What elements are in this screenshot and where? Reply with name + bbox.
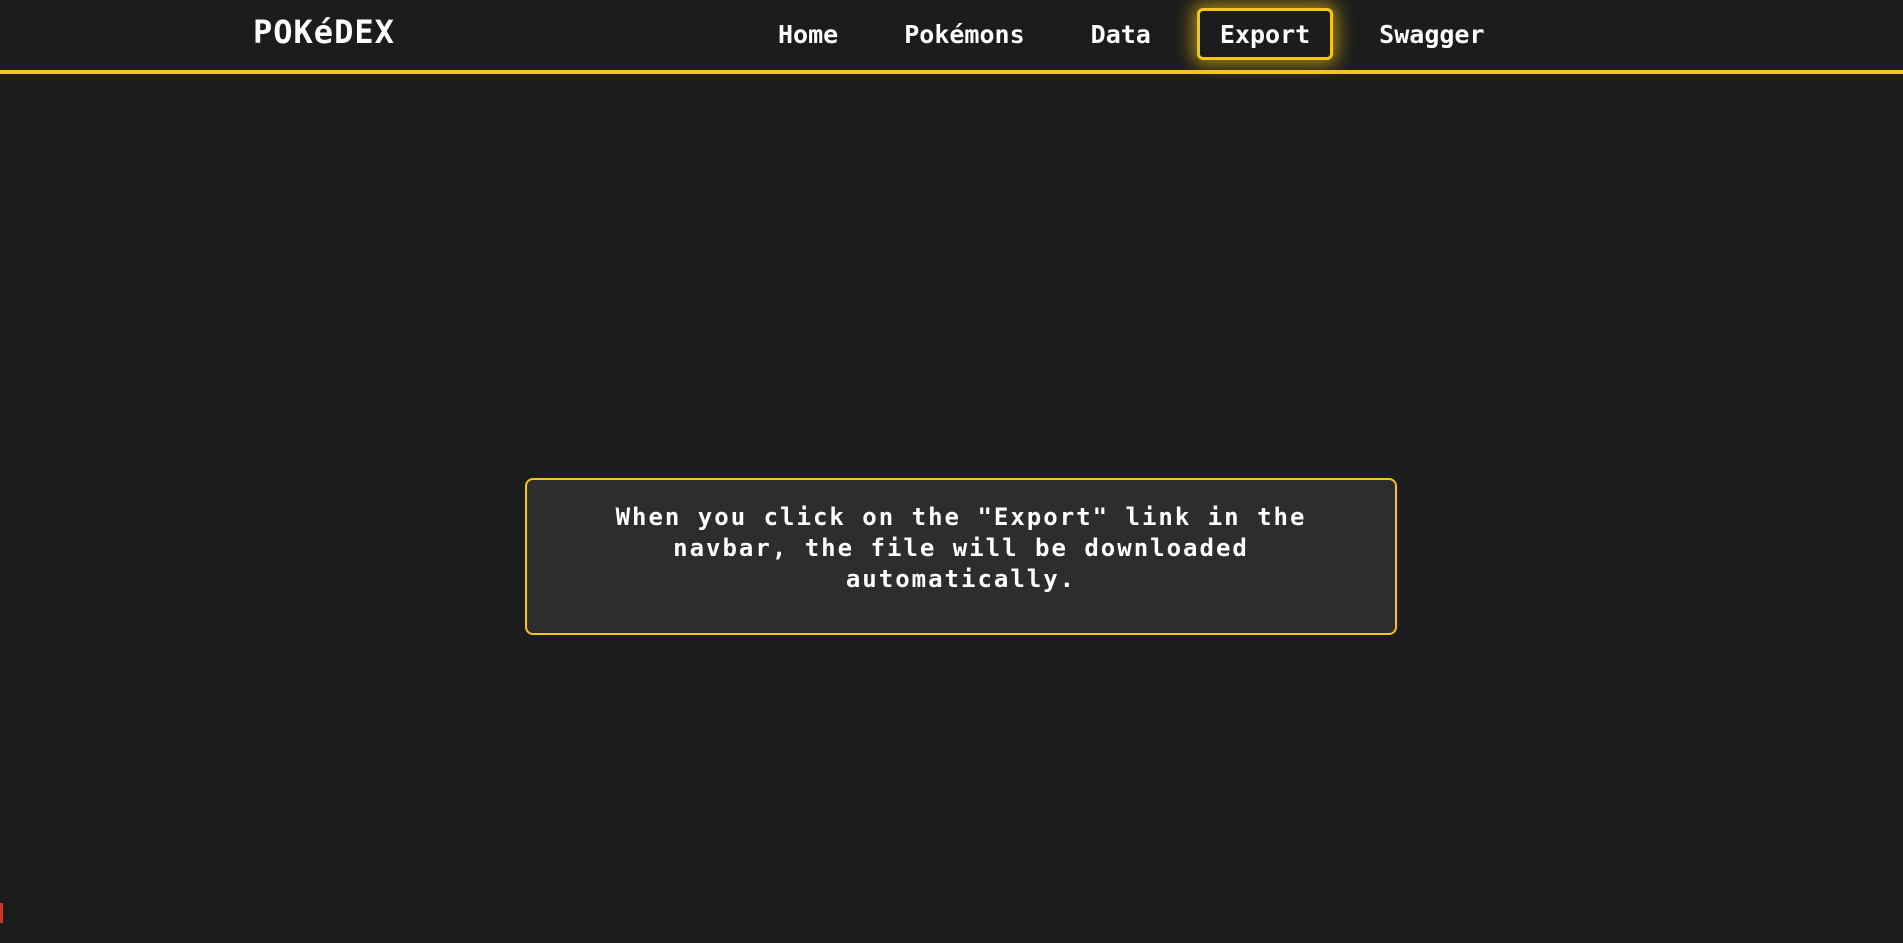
pokedex-logo[interactable]: POKéDEX bbox=[253, 13, 395, 51]
edge-marker bbox=[0, 903, 3, 923]
nav-link-swagger[interactable]: Swagger bbox=[1359, 8, 1504, 60]
nav-link-export[interactable]: Export bbox=[1196, 8, 1334, 60]
nav-link-data[interactable]: Data bbox=[1071, 8, 1171, 60]
navbar: POKéDEX Home Pokémons Data Export Swagge… bbox=[0, 0, 1903, 74]
export-info-box: When you click on the "Export" link in t… bbox=[525, 478, 1397, 635]
nav-links: Home Pokémons Data Export Swagger bbox=[758, 8, 1505, 60]
nav-link-home[interactable]: Home bbox=[758, 8, 858, 60]
nav-link-pokemons[interactable]: Pokémons bbox=[884, 8, 1044, 60]
export-info-message: When you click on the "Export" link in t… bbox=[615, 503, 1307, 593]
